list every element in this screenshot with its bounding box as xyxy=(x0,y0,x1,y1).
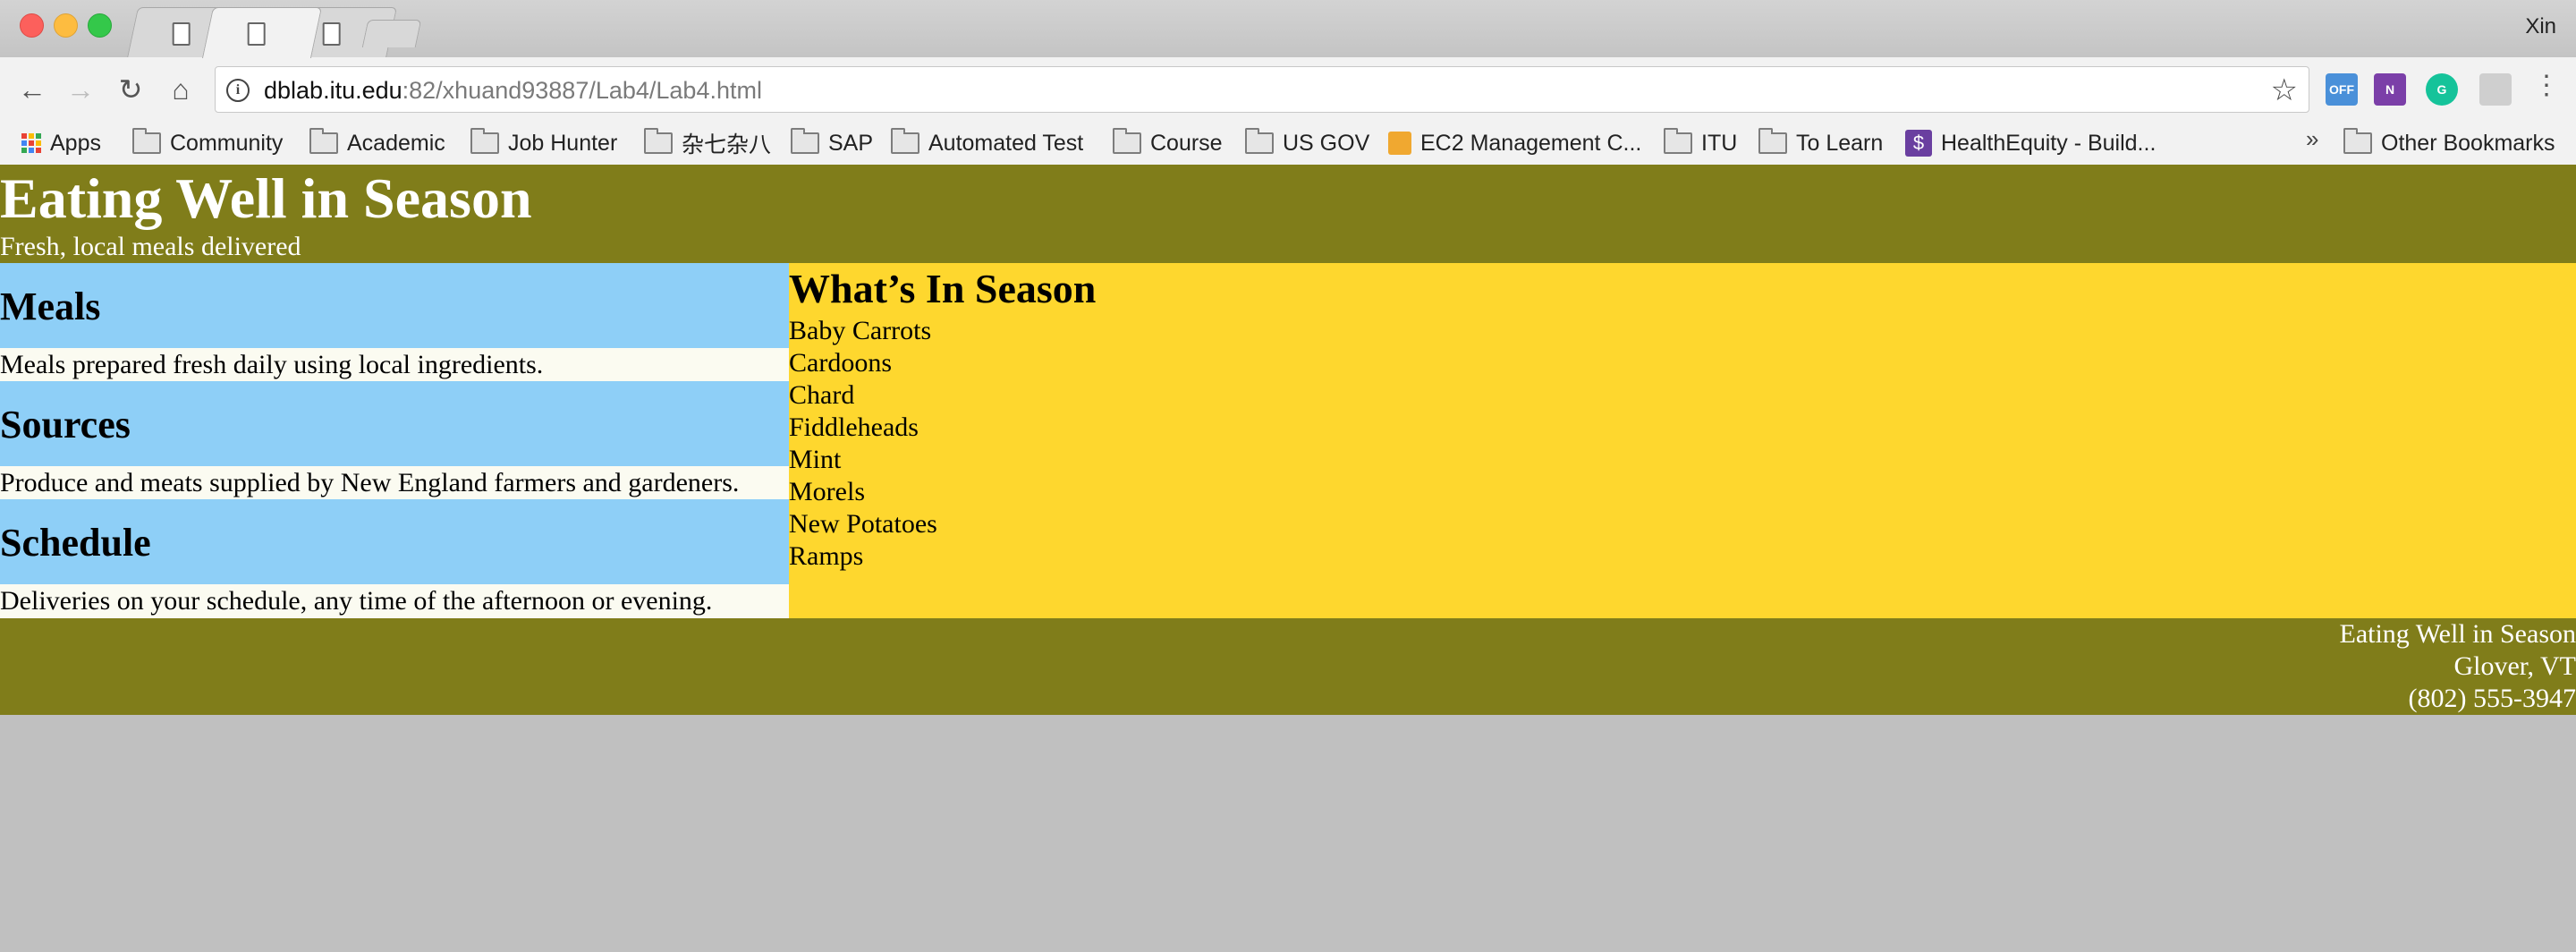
extension-grid-icon[interactable] xyxy=(2479,73,2512,106)
url-host: dblab.itu.edu xyxy=(264,77,402,104)
bookmarks-bar: Apps Community Academic Job Hunter 杂七杂八 … xyxy=(0,122,2576,166)
list-item: Chard xyxy=(789,380,855,410)
bookmark-other[interactable]: Other Bookmarks xyxy=(2343,125,2555,161)
bookmark-sap[interactable]: SAP xyxy=(791,125,873,161)
onenote-icon[interactable]: N xyxy=(2374,73,2406,106)
bookmark-star-icon[interactable]: ☆ xyxy=(2271,72,2298,108)
window-titlebar: Xin xyxy=(0,0,2576,58)
site-tagline: Fresh, local meals delivered xyxy=(0,232,301,261)
url-path: :82/xhuand93887/Lab4/Lab4.html xyxy=(402,77,762,104)
bookmark-label: Course xyxy=(1150,130,1223,156)
list-item: Fiddleheads xyxy=(789,412,919,442)
folder-icon xyxy=(891,128,919,154)
info-icon[interactable]: i xyxy=(226,79,250,102)
address-bar[interactable]: i dblab.itu.edu:82/xhuand93887/Lab4/Lab4… xyxy=(215,66,2309,113)
bookmark-label: ITU xyxy=(1701,130,1738,156)
bookmark-job-hunter[interactable]: Job Hunter xyxy=(470,125,617,161)
bookmark-to-learn[interactable]: To Learn xyxy=(1758,125,1883,161)
bookmark-label: US GOV xyxy=(1283,130,1370,156)
bookmark-label: Other Bookmarks xyxy=(2381,130,2555,156)
folder-icon xyxy=(1113,128,1141,154)
section-heading-schedule: Schedule xyxy=(0,499,789,584)
folder-icon xyxy=(1758,128,1787,154)
back-arrow-icon[interactable]: ← xyxy=(16,73,48,106)
box-icon xyxy=(1388,132,1411,155)
folder-icon xyxy=(1245,128,1274,154)
folder-icon xyxy=(2343,128,2372,154)
list-item: Baby Carrots xyxy=(789,316,932,345)
page-icon xyxy=(322,22,341,46)
folder-icon xyxy=(644,128,673,154)
list-item: Mint xyxy=(789,445,842,474)
bookmark-label: 杂七杂八 xyxy=(682,132,772,157)
list-item: Cardoons xyxy=(789,348,892,378)
folder-icon xyxy=(470,128,499,154)
site-title: Eating Well in Season xyxy=(0,166,532,230)
bookmark-course[interactable]: Course xyxy=(1113,125,1223,161)
section-text-sources: Produce and meats supplied by New Englan… xyxy=(0,466,789,499)
profile-name[interactable]: Xin xyxy=(2525,14,2556,39)
healthequity-icon: $ xyxy=(1905,130,1932,157)
content-columns: Meals Meals prepared fresh daily using l… xyxy=(0,263,2576,618)
list-item: Ramps xyxy=(789,541,864,571)
site-footer: Eating Well in Season Glover, VT (802) 5… xyxy=(0,618,2576,715)
bookmark-label: Job Hunter xyxy=(508,130,618,156)
bookmark-label: Apps xyxy=(50,130,101,156)
bookmark-label: Automated Test xyxy=(928,130,1084,156)
in-season-heading: What’s In Season xyxy=(789,266,1097,311)
folder-icon xyxy=(791,128,819,154)
page-icon xyxy=(247,22,266,46)
info-column: Meals Meals prepared fresh daily using l… xyxy=(0,263,789,618)
bookmark-itu[interactable]: ITU xyxy=(1664,125,1737,161)
bookmark-label: To Learn xyxy=(1796,130,1884,156)
footer-name: Eating Well in Season xyxy=(2339,619,2576,649)
extension-off-icon[interactable]: OFF xyxy=(2326,73,2358,106)
forward-arrow-icon[interactable]: → xyxy=(64,73,97,106)
more-menu-icon[interactable]: ⋮ xyxy=(2533,70,2560,101)
bookmark-misc[interactable]: 杂七杂八 xyxy=(644,125,771,161)
bookmark-label: HealthEquity - Build... xyxy=(1941,130,2157,156)
site-header: Eating Well in Season Fresh, local meals… xyxy=(0,165,2576,263)
footer-location: Glover, VT xyxy=(2453,651,2576,681)
folder-icon xyxy=(132,128,161,154)
minimize-window-button[interactable] xyxy=(54,13,78,38)
browser-toolbar: ← → ↻ ⌂ i dblab.itu.edu:82/xhuand93887/L… xyxy=(0,57,2576,122)
list-item: New Potatoes xyxy=(789,509,937,539)
page-icon xyxy=(172,22,191,46)
bookmark-label: Academic xyxy=(347,130,445,156)
apps-grid-icon xyxy=(21,133,41,153)
bookmark-us-gov[interactable]: US GOV xyxy=(1245,125,1369,161)
web-page: Eating Well in Season Fresh, local meals… xyxy=(0,165,2576,952)
bookmark-community[interactable]: Community xyxy=(132,125,283,161)
section-text-schedule: Deliveries on your schedule, any time of… xyxy=(0,584,789,617)
footer-phone: (802) 555-3947 xyxy=(2408,684,2576,713)
home-icon[interactable]: ⌂ xyxy=(165,73,197,106)
bookmark-apps[interactable]: Apps xyxy=(21,125,101,161)
bookmark-ec2[interactable]: EC2 Management C... xyxy=(1388,125,1641,161)
in-season-column: What’s In Season Baby Carrots Cardoons C… xyxy=(789,263,2576,618)
reload-icon[interactable]: ↻ xyxy=(114,73,147,106)
url-text[interactable]: dblab.itu.edu:82/xhuand93887/Lab4/Lab4.h… xyxy=(264,77,762,105)
folder-icon xyxy=(309,128,338,154)
bookmarks-overflow-icon[interactable]: » xyxy=(2306,125,2318,153)
bookmark-healthequity[interactable]: $ HealthEquity - Build... xyxy=(1905,125,2156,161)
list-item: Morels xyxy=(789,477,865,506)
bookmark-label: SAP xyxy=(828,130,874,156)
maximize-window-button[interactable] xyxy=(88,13,112,38)
section-heading-sources: Sources xyxy=(0,381,789,466)
section-text-meals: Meals prepared fresh daily using local i… xyxy=(0,348,789,381)
bookmark-label: Community xyxy=(170,130,284,156)
browser-tab-2-active[interactable] xyxy=(201,7,323,58)
in-season-list: Baby Carrots Cardoons Chard Fiddleheads … xyxy=(789,315,2576,573)
bookmark-academic[interactable]: Academic xyxy=(309,125,445,161)
bookmark-automated-test[interactable]: Automated Test xyxy=(891,125,1083,161)
section-heading-meals: Meals xyxy=(0,263,789,348)
grammarly-icon[interactable]: G xyxy=(2426,73,2458,106)
new-tab-button[interactable] xyxy=(361,20,422,47)
bookmark-label: EC2 Management C... xyxy=(1420,130,1642,156)
folder-icon xyxy=(1664,128,1692,154)
close-window-button[interactable] xyxy=(20,13,44,38)
